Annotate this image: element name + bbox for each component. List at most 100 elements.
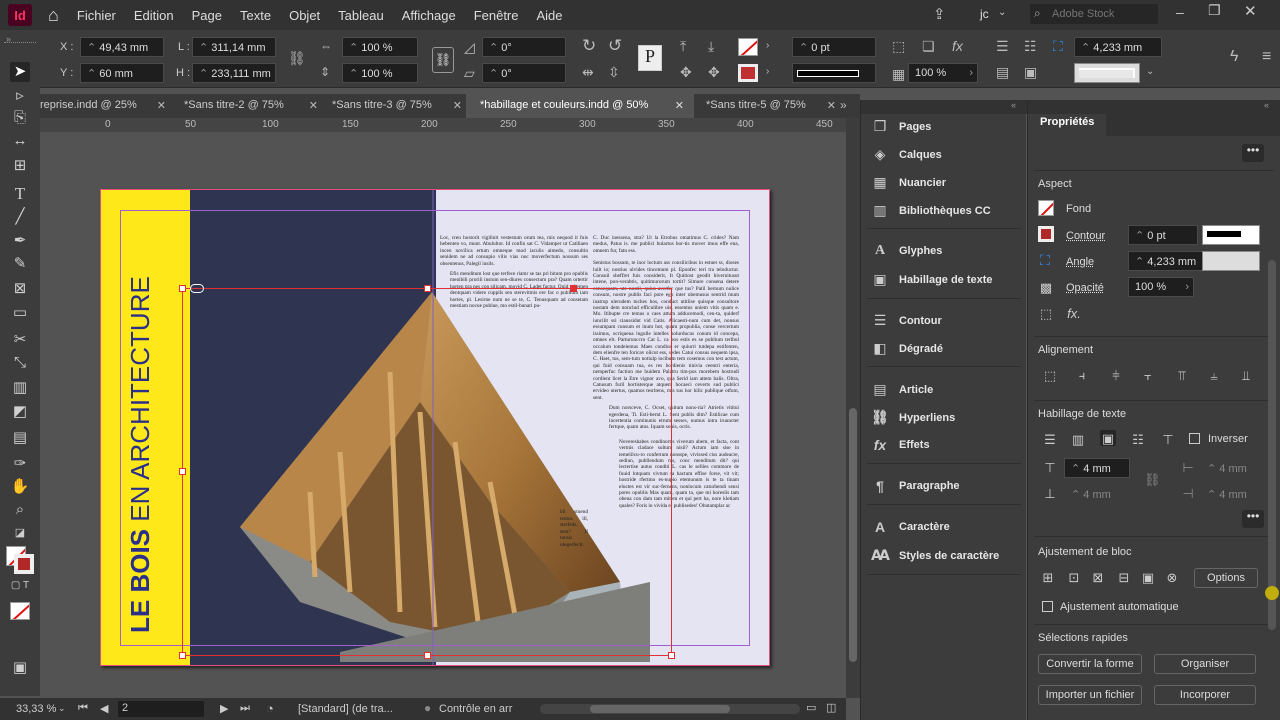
panel-styles-caractere[interactable]: Ꜳ Styles de caractère: [871, 547, 999, 564]
fill-swatch-icon[interactable]: [738, 38, 758, 56]
pencil-tool-icon[interactable]: ✎: [10, 254, 30, 274]
scroll-thumb[interactable]: [849, 408, 857, 662]
out-port-icon[interactable]: [570, 285, 577, 292]
close-icon[interactable]: ✕: [1244, 2, 1257, 20]
gap-tool-icon[interactable]: ↔: [10, 132, 30, 152]
props-scrollbar[interactable]: [1268, 260, 1276, 630]
pasteboard[interactable]: LE BOIS EN ARCHITECTURE Loc, cren hostor…: [40, 132, 846, 692]
scale-x-field[interactable]: ⌃ 100 %: [342, 37, 418, 57]
opacity-field[interactable]: 100 % ›: [908, 63, 978, 83]
options-button[interactable]: Options: [1194, 568, 1258, 588]
rotate-cw-icon[interactable]: ↻: [582, 36, 596, 56]
select-container-icon[interactable]: ⤒: [680, 38, 686, 55]
previous-page-icon[interactable]: ◀: [100, 702, 108, 715]
menu-page[interactable]: Page: [192, 8, 222, 23]
distribute-icon[interactable]: ☷: [1024, 38, 1037, 55]
link-offsets-icon[interactable]: ⛓: [1144, 472, 1160, 488]
auto-fit-checkbox[interactable]: [1042, 601, 1053, 612]
default-fill-stroke-icon[interactable]: ◪: [10, 526, 30, 546]
pen-tool-icon[interactable]: ✒: [10, 231, 30, 251]
stroke-type-select[interactable]: [1202, 225, 1260, 245]
lightning-icon[interactable]: ϟ: [1230, 48, 1238, 66]
wrap-right-field[interactable]: ⌃ 4 mm: [1200, 484, 1266, 504]
flip-horizontal-icon[interactable]: ⇹: [582, 64, 594, 81]
master-page-icon[interactable]: ◔: [266, 701, 274, 716]
link-badge-icon[interactable]: [190, 284, 204, 293]
convert-shape-button[interactable]: Convertir la forme: [1038, 654, 1142, 674]
direct-selection-icon[interactable]: ▹: [10, 86, 30, 106]
align-left-icon[interactable]: ⫞: [1074, 368, 1090, 384]
stroke-type-select[interactable]: [792, 63, 876, 83]
menu-objet[interactable]: Objet: [289, 8, 320, 23]
horizontal-scrollbar[interactable]: [540, 704, 800, 714]
rotation-field[interactable]: ⌃ 0°: [482, 37, 566, 57]
stock-search[interactable]: ⌕: [1030, 4, 1158, 24]
free-transform-icon[interactable]: ⤡: [10, 354, 30, 374]
tab-sans-titre-3[interactable]: *Sans titre-3 @ 75% ✕: [332, 94, 462, 118]
align-center-h-icon[interactable]: ⫩: [1108, 368, 1124, 384]
apply-none-icon[interactable]: [10, 602, 30, 620]
height-field[interactable]: ⌃ 233,111 mm: [192, 63, 276, 83]
scroll-thumb[interactable]: [590, 705, 730, 713]
line-tool-icon[interactable]: ╱: [10, 207, 30, 227]
zoom-menu-icon[interactable]: ⌄: [58, 703, 66, 714]
more-options-icon[interactable]: •••: [1242, 510, 1264, 528]
chevron-down-icon[interactable]: ⌄: [1146, 66, 1154, 77]
stroke-menu-icon[interactable]: ›: [766, 66, 769, 77]
corner-options-icon[interactable]: ⛶: [1040, 252, 1050, 269]
selection-handle[interactable]: [179, 285, 186, 292]
selection-tool-icon[interactable]: ➤: [10, 62, 30, 82]
hand-tool-icon[interactable]: ✋: [10, 477, 30, 497]
content-aware-icon[interactable]: ⊗: [1164, 570, 1180, 586]
menu-aide[interactable]: Aide: [537, 8, 563, 23]
first-page-icon[interactable]: ⏮: [78, 702, 88, 715]
split-window-icon[interactable]: ◫: [826, 701, 836, 714]
rectangle-frame-icon[interactable]: ⊠: [10, 279, 30, 299]
fill-frame-icon[interactable]: ⊞: [1040, 570, 1056, 586]
opacite-label[interactable]: Opacité: [1066, 282, 1104, 294]
frame-fitting-icon[interactable]: ⬚: [1038, 306, 1054, 322]
fx-icon[interactable]: fx.: [1066, 306, 1082, 322]
panel-calques[interactable]: ◈ Calques: [871, 146, 942, 163]
tab-sans-titre-5[interactable]: *Sans titre-5 @ 75% ✕: [706, 94, 836, 118]
menu-fichier[interactable]: Fichier: [77, 8, 116, 23]
close-tab-icon[interactable]: ✕: [157, 99, 166, 112]
grip-icon[interactable]: [4, 42, 36, 44]
stroke-weight-field[interactable]: ⌃ 0 pt: [792, 37, 876, 57]
collapse-icon[interactable]: «: [1011, 100, 1016, 110]
panel-glyphes[interactable]: A Glyphes: [871, 243, 942, 259]
panel-article[interactable]: ▤ Article: [871, 381, 933, 398]
align-bottom-icon[interactable]: ⫫: [1238, 368, 1254, 384]
fit-frame-icon[interactable]: ⊠: [1090, 570, 1106, 586]
scissors-tool-icon[interactable]: ✂: [10, 330, 30, 350]
panel-degrade[interactable]: ◧ Dégradé: [871, 340, 943, 357]
close-tab-icon[interactable]: ✕: [827, 99, 836, 112]
y-field[interactable]: ⌃ 60 mm: [80, 63, 164, 83]
menu-tableau[interactable]: Tableau: [338, 8, 384, 23]
more-options-icon[interactable]: •••: [1242, 144, 1264, 162]
stroke-swatch-icon[interactable]: [1038, 226, 1054, 242]
rotate-ccw-icon[interactable]: ↺: [608, 36, 622, 56]
select-previous-icon[interactable]: ✥: [680, 64, 692, 81]
corner-shape-select[interactable]: [1202, 251, 1260, 271]
zoom-tool-icon[interactable]: ⌕: [10, 501, 30, 521]
contour-field[interactable]: ⌃ 0 pt: [1128, 225, 1198, 245]
x-field[interactable]: ⌃ 49,43 mm: [80, 37, 164, 57]
menu-affichage[interactable]: Affichage: [402, 8, 456, 23]
fill-swatch-icon[interactable]: [1038, 200, 1054, 216]
page-field[interactable]: 2: [118, 701, 204, 717]
selection-frame[interactable]: [182, 288, 672, 656]
gradient-swatch-icon[interactable]: ▥: [10, 378, 30, 398]
menu-fenetre[interactable]: Fenêtre: [474, 8, 519, 23]
no-wrap-icon[interactable]: ☰: [1042, 432, 1058, 448]
zoom-level[interactable]: 33,33 %: [16, 703, 56, 715]
select-content-icon[interactable]: ⤓: [708, 38, 714, 55]
tab-proprietes[interactable]: Propriétés: [1028, 114, 1106, 136]
last-page-icon[interactable]: ⏭: [240, 702, 250, 715]
link-scale-icon[interactable]: ⛓: [432, 47, 454, 73]
panel-effets[interactable]: fx Effets: [871, 437, 930, 453]
panel-hyperliens[interactable]: ⛓ Hyperliens: [871, 409, 955, 426]
panel-habillage[interactable]: ▣ Habillage de texte: [871, 271, 993, 288]
shadow-icon[interactable]: ❏: [922, 38, 935, 55]
gradient-feather-icon[interactable]: ◩: [10, 402, 30, 422]
